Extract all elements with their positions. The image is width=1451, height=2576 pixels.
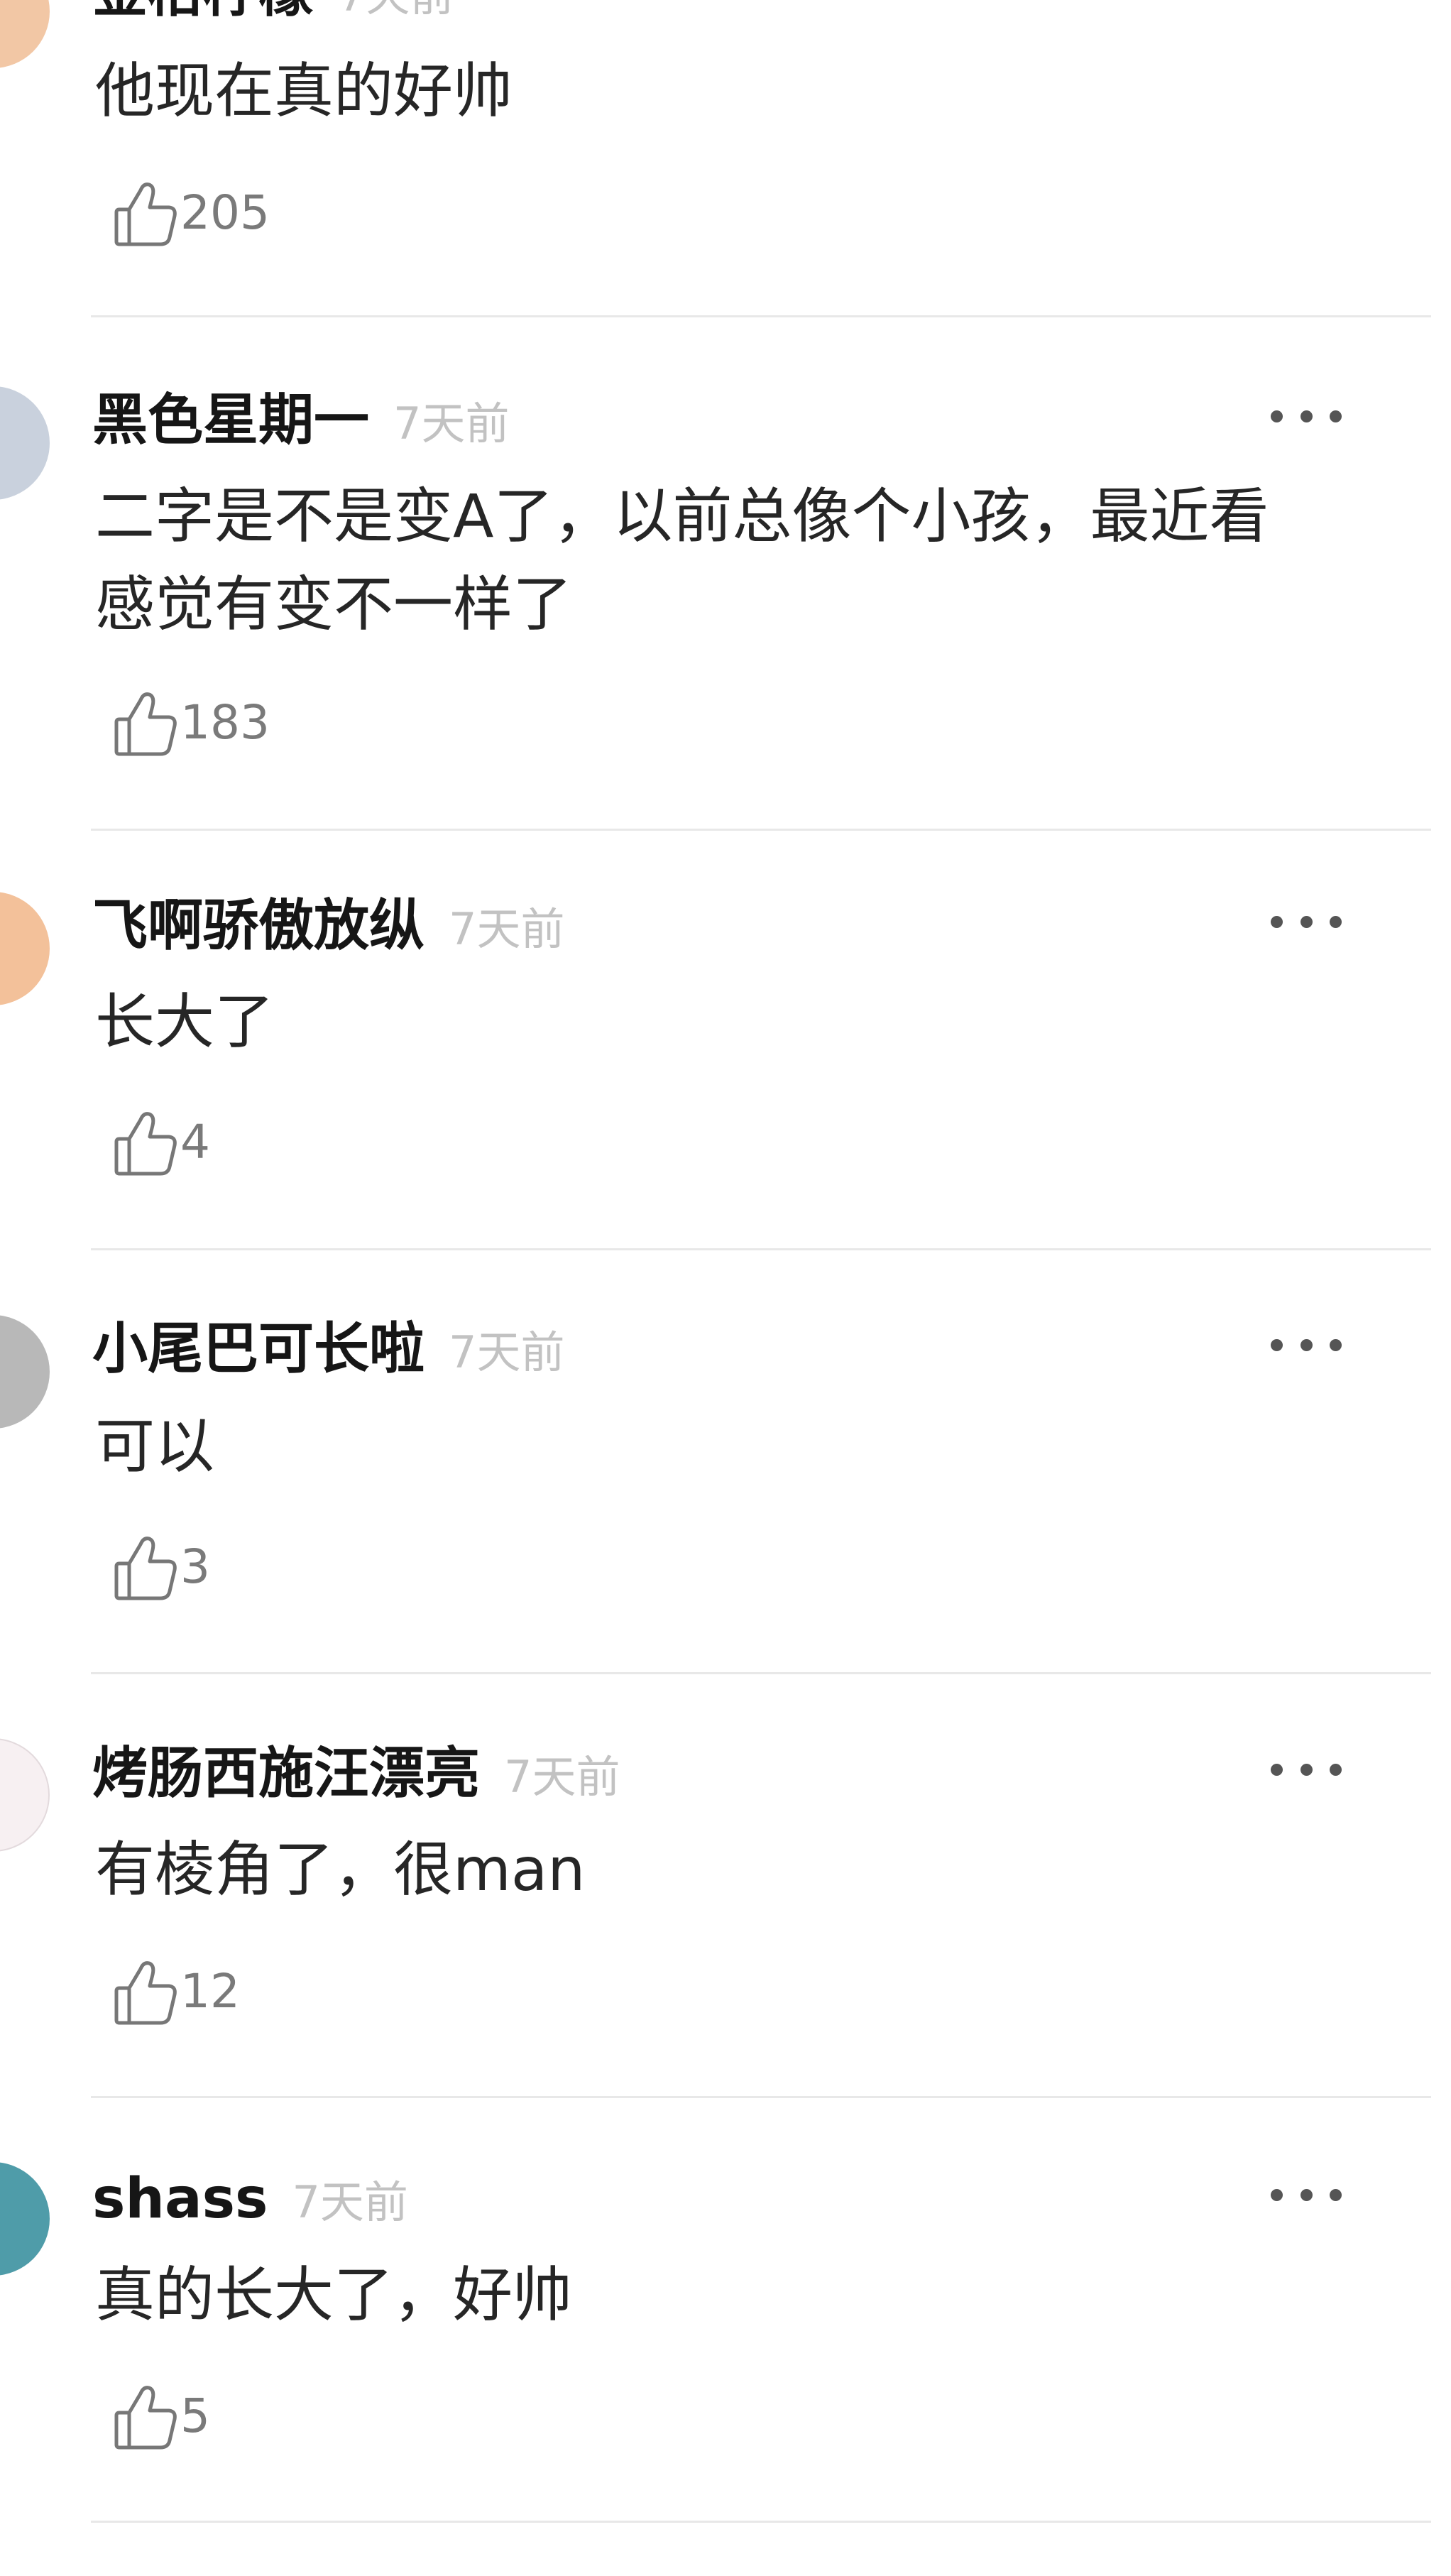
comment-username[interactable]: 飞啊骄傲放纵 7天前: [92, 898, 564, 954]
more-dot-icon: [1300, 915, 1313, 928]
more-dot-icon: [1271, 1338, 1283, 1351]
comment-username[interactable]: 小尾巴可长啦 7天前: [92, 1321, 564, 1377]
like-count: 5: [180, 2389, 210, 2443]
more-dot-icon: [1330, 410, 1342, 422]
more-dot-icon: [1300, 1338, 1313, 1351]
comment-username[interactable]: 金桔柠檬7天前: [92, 0, 454, 20]
like-button[interactable]: 12: [114, 1953, 240, 2031]
like-count: 4: [180, 1115, 210, 1169]
comment-time: 7天前: [338, 0, 454, 21]
thumbs-up-icon: [114, 692, 177, 756]
comment-time: 7天前: [449, 903, 565, 955]
thumbs-up-icon: [114, 182, 177, 246]
more-dot-icon: [1271, 410, 1283, 422]
more-options-button[interactable]: [1271, 1755, 1342, 1784]
divider: [91, 2096, 1431, 2098]
avatar[interactable]: [0, 892, 50, 1005]
divider: [91, 1672, 1431, 1674]
comment-username[interactable]: 黑色星期一 7天前: [92, 393, 509, 448]
more-options-button[interactable]: [1271, 402, 1342, 430]
like-count: 205: [180, 185, 270, 240]
avatar[interactable]: [0, 386, 50, 500]
like-count: 3: [180, 1539, 210, 1594]
thumbs-up-icon: [114, 1112, 177, 1176]
more-dot-icon: [1330, 2188, 1342, 2201]
thumbs-up-icon: [114, 1537, 177, 1600]
comment-time: 7天前: [449, 1326, 565, 1378]
like-button[interactable]: 183: [114, 684, 270, 762]
more-dot-icon: [1271, 1763, 1283, 1776]
more-dot-icon: [1271, 2188, 1283, 2201]
avatar[interactable]: [0, 0, 50, 68]
username-text[interactable]: 烤肠西施汪漂亮: [92, 1742, 480, 1806]
thumbs-up-icon: [114, 1961, 177, 2025]
username-text[interactable]: 金桔柠檬: [92, 0, 314, 24]
avatar[interactable]: [0, 1315, 50, 1429]
more-options-button[interactable]: [1271, 907, 1342, 936]
avatar[interactable]: [0, 1738, 50, 1852]
divider: [91, 1248, 1431, 1250]
comment-text: 有棱角了，很man: [95, 1835, 586, 1904]
comment-username[interactable]: 烤肠西施汪漂亮 7天前: [92, 1746, 620, 1801]
more-dot-icon: [1271, 915, 1283, 928]
username-text[interactable]: 黑色星期一: [92, 388, 369, 452]
like-count: 12: [180, 1964, 240, 2019]
like-button[interactable]: 205: [114, 174, 270, 252]
comment-username[interactable]: shass 7天前: [92, 2171, 408, 2227]
like-button[interactable]: 4: [114, 1103, 210, 1181]
username-text[interactable]: 飞啊骄傲放纵: [92, 894, 425, 958]
divider: [91, 829, 1431, 831]
thumbs-up-icon: [114, 2386, 177, 2450]
more-dot-icon: [1330, 1763, 1342, 1776]
comment-text: 真的长大了，好帅: [95, 2260, 573, 2330]
comment-text: 可以: [95, 1412, 215, 1481]
divider: [91, 315, 1431, 317]
comment-text: 长大了: [95, 987, 275, 1057]
username-text[interactable]: shass: [92, 2167, 268, 2231]
more-dot-icon: [1300, 2188, 1313, 2201]
username-text[interactable]: 小尾巴可长啦: [92, 1317, 425, 1381]
like-count: 183: [180, 695, 270, 750]
comment-time: 7天前: [393, 398, 510, 449]
comment-text: 他现在真的好帅: [95, 56, 513, 126]
comment-time: 7天前: [504, 1751, 620, 1803]
comment-time: 7天前: [292, 2176, 408, 2228]
more-options-button[interactable]: [1271, 1331, 1342, 1359]
more-dot-icon: [1300, 410, 1313, 422]
more-dot-icon: [1300, 1763, 1313, 1776]
divider: [91, 2521, 1431, 2523]
more-dot-icon: [1330, 915, 1342, 928]
more-dot-icon: [1330, 1338, 1342, 1351]
like-button[interactable]: 5: [114, 2377, 210, 2455]
more-options-button[interactable]: [1271, 2181, 1342, 2209]
comment-text: 二字是不是变A了，以前总像个小孩，最近看感觉有变不一样了: [95, 481, 1269, 639]
like-button[interactable]: 3: [114, 1528, 210, 1606]
avatar[interactable]: [0, 2162, 50, 2276]
